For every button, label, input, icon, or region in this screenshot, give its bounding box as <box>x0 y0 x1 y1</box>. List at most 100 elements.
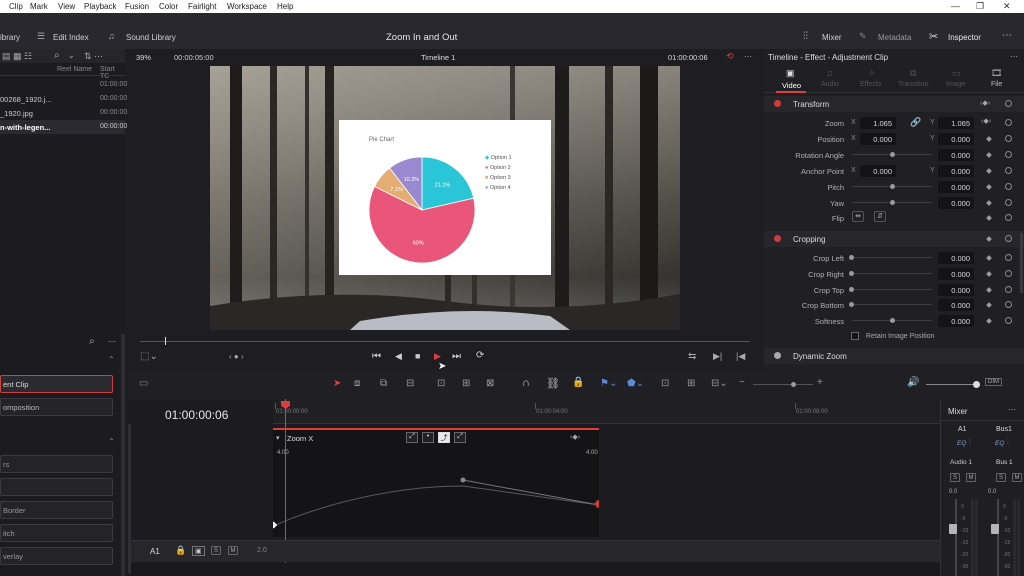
column-reel-name[interactable]: Reel Name <box>57 66 92 73</box>
slider-handle[interactable] <box>890 200 895 205</box>
search-icon[interactable]: ⌕ <box>54 50 60 61</box>
solo-button[interactable]: S <box>996 473 1006 482</box>
menu-view[interactable]: View <box>58 2 75 11</box>
chevron-down-icon[interactable]: ⌄ <box>68 51 75 60</box>
menu-fusion[interactable]: Fusion <box>125 2 149 11</box>
auto-track-icon[interactable]: ▣ <box>192 546 205 556</box>
crop-left-field[interactable]: 0.000 <box>938 252 974 264</box>
blade-tool-icon[interactable]: ⊟ <box>406 378 414 389</box>
tab-file[interactable]: File <box>991 81 1002 88</box>
scrub-playhead[interactable] <box>165 337 166 345</box>
eq-button[interactable]: EQ <box>957 440 966 447</box>
play-reverse-icon[interactable]: ◀ <box>395 351 402 362</box>
solo-button[interactable]: S <box>211 546 221 555</box>
sound-library-button[interactable]: Sound Library <box>126 33 176 42</box>
mute-button[interactable]: M <box>228 546 238 555</box>
reset-icon[interactable] <box>1005 119 1012 126</box>
timeline-timecode[interactable]: 01:00:00:06 <box>165 408 228 422</box>
settings-icon[interactable]: ⋯ <box>1002 30 1012 41</box>
list-item[interactable] <box>0 478 113 496</box>
volume-slider[interactable] <box>926 384 976 385</box>
mute-button[interactable]: M <box>966 473 976 482</box>
menu-mark[interactable]: Mark <box>30 2 48 11</box>
inspector-button[interactable]: Inspector <box>948 33 981 42</box>
mixer-button[interactable]: Mixer <box>822 33 842 42</box>
tab-image[interactable]: Image <box>946 81 965 88</box>
tab-video[interactable]: Video <box>782 81 801 90</box>
list-item[interactable]: itch <box>0 524 113 542</box>
enable-toggle[interactable] <box>774 352 781 359</box>
more-icon[interactable]: ⋯ <box>1008 405 1016 414</box>
match-frame-icon[interactable]: ⇆ <box>688 351 696 362</box>
keyframe-icon[interactable] <box>986 271 992 277</box>
timeline-ruler[interactable]: 01:00:00:00 01:00:04:00 01:00:08:00 <box>273 399 940 424</box>
pitch-field[interactable]: 0.000 <box>938 181 974 193</box>
crop-top-slider[interactable] <box>854 289 932 290</box>
keyframe-icon[interactable] <box>986 152 992 158</box>
menu-workspace[interactable]: Workspace <box>227 2 267 11</box>
yaw-field[interactable]: 0.000 <box>938 197 974 209</box>
snapping-icon[interactable]: ∩ <box>522 377 530 389</box>
search-icon[interactable]: ⌕ <box>89 336 95 347</box>
edit-index-button[interactable]: Edit Index <box>53 33 89 42</box>
eq-settings-icon[interactable]: ⫶ <box>969 439 971 447</box>
volume-icon[interactable]: 🔊 <box>907 377 919 388</box>
mute-button[interactable]: M <box>1012 473 1022 482</box>
go-to-start-icon[interactable]: ⏮ <box>372 351 381 362</box>
slider-handle[interactable] <box>890 152 895 157</box>
tab-audio[interactable]: Audio <box>821 81 839 88</box>
transform-overlay-icon[interactable]: ⬚⌄ <box>140 351 158 362</box>
reset-icon[interactable] <box>1005 317 1012 324</box>
insert-clip-icon[interactable]: ⊡ <box>437 378 445 389</box>
custom-zoom-icon[interactable]: ⊟⌄ <box>711 378 728 389</box>
crop-bottom-slider[interactable] <box>854 304 932 305</box>
sort-icon[interactable]: ⇅ ⋯ <box>84 51 103 62</box>
flip-vertical-button[interactable]: ⇵ <box>874 211 886 222</box>
lock-icon[interactable]: 🔒 <box>175 545 186 556</box>
link-icon[interactable]: ⟲ <box>726 51 734 62</box>
list-item[interactable]: verlay <box>0 547 113 565</box>
reset-icon[interactable] <box>1005 151 1012 158</box>
stop-icon[interactable]: ■ <box>415 351 420 361</box>
cropping-section-header[interactable]: Cropping <box>764 231 1024 247</box>
media-library-button[interactable]: ibrary <box>0 33 20 42</box>
reset-icon[interactable] <box>1005 254 1012 261</box>
retain-checkbox[interactable] <box>851 332 859 340</box>
trim-tool-icon[interactable]: ⧈ <box>354 378 360 389</box>
keyframe-icon[interactable] <box>986 318 992 324</box>
linked-selection-icon[interactable]: ⛓ <box>546 377 560 390</box>
nav-arrows-icon[interactable]: ‹ ● › <box>229 352 244 361</box>
keyframe-icon[interactable] <box>986 200 992 206</box>
list-view-icon[interactable]: ▤ ▦ ☷ <box>2 51 32 62</box>
next-edit-icon[interactable]: ▶| <box>713 351 722 362</box>
reset-icon[interactable] <box>1005 167 1012 174</box>
zoom-y-field[interactable]: 1.065 <box>938 117 974 129</box>
keyframe-icon[interactable] <box>986 168 992 174</box>
eq-button[interactable]: EQ <box>995 440 1004 447</box>
flag-icon[interactable]: ⚑⌄ <box>600 378 617 389</box>
anchor-x-field[interactable]: 0.000 <box>860 165 896 177</box>
reset-icon[interactable] <box>1005 301 1012 308</box>
reset-icon[interactable] <box>1005 100 1012 107</box>
lock-icon[interactable]: 🔒 <box>572 377 584 388</box>
keyframe-icon[interactable] <box>986 287 992 293</box>
curve-editor[interactable]: ▾ Zoom X 4.00 4.00 ⤢ • ⤴ ⤢ ‹◆› <box>273 428 599 537</box>
crop-right-field[interactable]: 0.000 <box>938 268 974 280</box>
menu-color[interactable]: Color <box>159 2 178 11</box>
enable-toggle[interactable] <box>774 100 781 107</box>
table-row[interactable]: _1920.jpg 00:00:00 <box>0 106 127 120</box>
rotation-field[interactable]: 0.000 <box>938 149 974 161</box>
position-x-field[interactable]: 0.000 <box>860 133 896 145</box>
softness-field[interactable]: 0.000 <box>938 315 974 327</box>
reset-icon[interactable] <box>1005 135 1012 142</box>
zoom-x-field[interactable]: 1.065 <box>860 117 896 129</box>
layout-icon[interactable]: ▭ <box>139 378 148 389</box>
tab-effects[interactable]: Effects <box>860 81 881 88</box>
dynamic-trim-icon[interactable]: ⧉ <box>380 378 387 389</box>
reset-icon[interactable] <box>1005 214 1012 221</box>
chevron-up-icon[interactable]: ⌃ <box>108 355 115 364</box>
table-row[interactable]: 00268_1920.j... 00:00:00 <box>0 92 127 106</box>
full-extent-zoom-icon[interactable]: ⊡ <box>661 378 669 389</box>
dynamic-zoom-section-header[interactable]: Dynamic Zoom <box>764 348 1024 364</box>
marker-icon[interactable]: ⬟⌄ <box>627 378 644 389</box>
